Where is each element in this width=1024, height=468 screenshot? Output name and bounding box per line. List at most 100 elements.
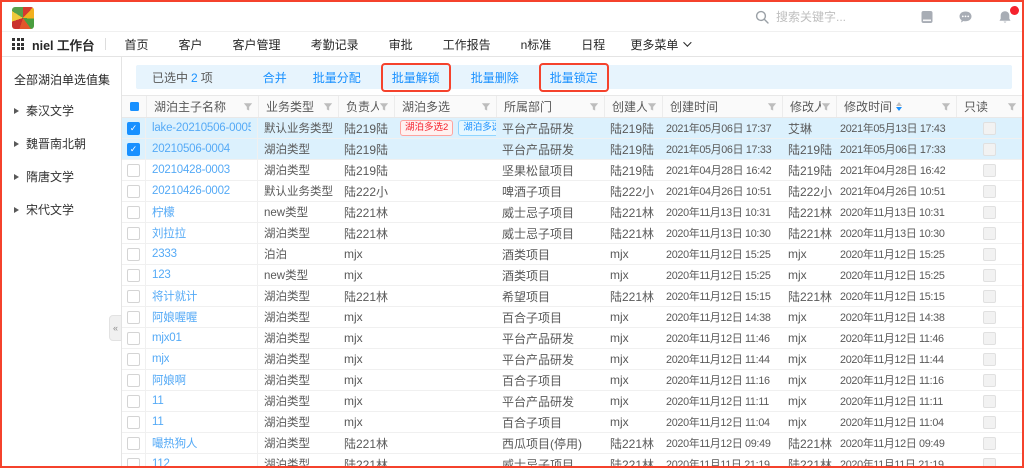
filter-icon[interactable]: [323, 102, 333, 112]
name-cell: lake-20210506-0005: [146, 118, 258, 138]
row-name-link[interactable]: 柠檬: [152, 204, 175, 220]
row-name-link[interactable]: 刘拉拉: [152, 225, 186, 241]
filter-icon[interactable]: [481, 102, 491, 112]
row-checkbox[interactable]: [127, 269, 140, 282]
row-name-link[interactable]: 11: [152, 416, 164, 428]
nav-item[interactable]: 考勤记录: [296, 36, 374, 53]
more-menu[interactable]: 更多菜单: [620, 36, 699, 53]
row-name-link[interactable]: 20210426-0002: [152, 185, 230, 197]
readonly-cell: [956, 370, 1022, 390]
search-input[interactable]: [776, 10, 896, 24]
creator-cell: 陆221林: [604, 286, 662, 306]
selection-toolbar: 已选中2项 合并批量分配批量解锁批量删除批量锁定: [136, 65, 1012, 89]
creator-cell: 陆222小: [604, 181, 662, 201]
row-name-link[interactable]: 11: [152, 395, 164, 407]
sidebar-tree-item[interactable]: 宋代文学: [14, 201, 117, 218]
filter-icon[interactable]: [647, 102, 657, 112]
row-name-link[interactable]: 阿娘啊: [152, 372, 186, 388]
row-name-link[interactable]: 123: [152, 269, 171, 281]
nav-item[interactable]: 工作报告: [428, 36, 506, 53]
row-checkbox[interactable]: [127, 248, 140, 261]
nav-item[interactable]: 审批: [374, 36, 428, 53]
created-time-cell: 2020年11月13日 10:31: [662, 202, 782, 222]
type-cell: 湖泊类型: [258, 433, 338, 453]
nav-item[interactable]: 日程: [566, 36, 620, 53]
sidebar-collapse-handle[interactable]: «: [109, 315, 122, 341]
table-row: ✓lake-20210506-0005默认业务类型陆219陆湖泊多选2湖泊多选1…: [122, 118, 1022, 139]
row-name-link[interactable]: 20210428-0003: [152, 164, 230, 176]
row-checkbox[interactable]: [127, 227, 140, 240]
tree-expand-icon[interactable]: [14, 174, 19, 180]
table-row: 阿娘啊湖泊类型mjx百合子项目mjx2020年11月12日 11:16mjx20…: [122, 370, 1022, 391]
filter-icon[interactable]: [243, 102, 253, 112]
created-time-cell: 2021年04月26日 10:51: [662, 181, 782, 201]
modified-time-cell: 2020年11月13日 10:31: [836, 202, 956, 222]
filter-icon[interactable]: [767, 102, 777, 112]
sidebar-tree-item[interactable]: 隋唐文学: [14, 168, 117, 185]
tree-expand-icon[interactable]: [14, 141, 19, 147]
type-cell: 湖泊类型: [258, 139, 338, 159]
toolbar-action[interactable]: 批量解锁: [392, 69, 440, 86]
row-checkbox[interactable]: [127, 185, 140, 198]
row-checkbox[interactable]: [127, 353, 140, 366]
tree-expand-icon[interactable]: [14, 207, 19, 213]
row-checkbox-cell: [122, 244, 146, 264]
type-cell: 湖泊类型: [258, 412, 338, 432]
global-search: [754, 2, 896, 32]
row-name-link[interactable]: 阿娘喔喔: [152, 309, 197, 325]
row-checkbox[interactable]: ✓: [127, 143, 140, 156]
row-name-link[interactable]: 将计就计: [152, 288, 197, 304]
creator-cell: mjx: [604, 349, 662, 369]
row-checkbox[interactable]: [127, 416, 140, 429]
app-logo: [12, 7, 34, 29]
select-all-checkbox[interactable]: [122, 96, 146, 117]
tree-expand-icon[interactable]: [14, 108, 19, 114]
tag: 湖泊多选2: [400, 120, 453, 137]
row-checkbox[interactable]: [127, 332, 140, 345]
row-checkbox[interactable]: [127, 164, 140, 177]
nav-item[interactable]: n标准: [506, 36, 567, 53]
row-name-link[interactable]: mjx: [152, 353, 169, 365]
sidebar-tree-item[interactable]: 秦汉文学: [14, 102, 117, 119]
row-name-link[interactable]: lake-20210506-0005: [152, 122, 251, 134]
filter-icon[interactable]: [941, 102, 951, 112]
bell-icon[interactable]: [997, 10, 1012, 25]
row-checkbox[interactable]: [127, 290, 140, 303]
row-checkbox[interactable]: [127, 437, 140, 450]
nav-item[interactable]: 首页: [110, 36, 164, 53]
chat-icon[interactable]: [958, 10, 973, 25]
filter-icon[interactable]: [821, 102, 831, 112]
row-name-link[interactable]: 112: [152, 458, 170, 468]
row-name-link[interactable]: mjx01: [152, 332, 182, 344]
row-checkbox[interactable]: [127, 311, 140, 324]
sidebar-tree-item[interactable]: 魏晋南北朝: [14, 135, 117, 152]
nav-item[interactable]: 客户管理: [218, 36, 296, 53]
row-checkbox[interactable]: [127, 395, 140, 408]
row-name-link[interactable]: 20210506-0004: [152, 143, 230, 155]
filter-icon[interactable]: [379, 102, 389, 112]
row-checkbox[interactable]: [127, 374, 140, 387]
toolbar-action[interactable]: 批量删除: [471, 69, 519, 86]
toolbar-action[interactable]: 合并: [263, 69, 287, 86]
sidebar-item-label: 隋唐文学: [26, 168, 74, 185]
dept-cell: 啤酒子项目: [496, 181, 604, 201]
row-name-link[interactable]: 嘬热狗人: [152, 435, 197, 451]
dept-cell: 平台产品研发: [496, 349, 604, 369]
apps-grid-icon[interactable]: [12, 38, 24, 50]
name-cell: 阿娘啊: [146, 370, 258, 390]
nav-item[interactable]: 客户: [164, 36, 218, 53]
filter-icon[interactable]: [1007, 102, 1017, 112]
readonly-cell: [956, 160, 1022, 180]
toolbar-action[interactable]: 批量分配: [313, 69, 361, 86]
readonly-checkbox: [983, 185, 996, 198]
row-checkbox[interactable]: ✓: [127, 122, 140, 135]
sort-icons[interactable]: [896, 102, 902, 112]
row-checkbox-cell: [122, 286, 146, 306]
row-checkbox[interactable]: [127, 458, 140, 468]
readonly-cell: [956, 139, 1022, 159]
book-icon[interactable]: [919, 10, 934, 25]
row-name-link[interactable]: 2333: [152, 248, 177, 260]
toolbar-action[interactable]: 批量锁定: [550, 69, 598, 86]
filter-icon[interactable]: [589, 102, 599, 112]
row-checkbox[interactable]: [127, 206, 140, 219]
